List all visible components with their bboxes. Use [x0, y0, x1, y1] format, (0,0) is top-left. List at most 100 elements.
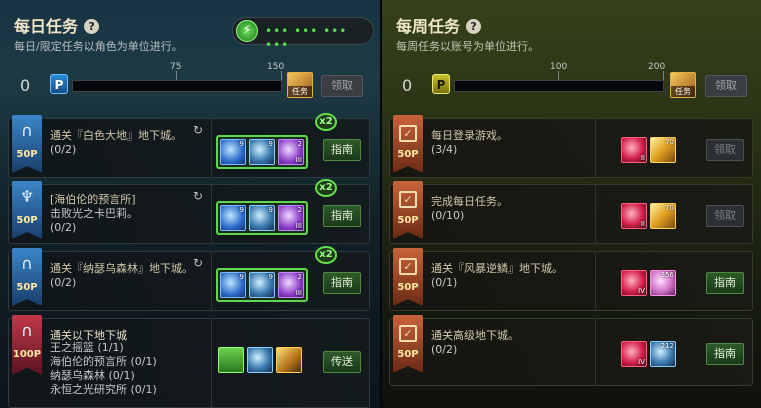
daily-row-3-progress: (0/2) [50, 276, 77, 289]
refresh-icon[interactable]: ↻ [193, 123, 203, 137]
weekly-row-3-guide-button[interactable]: 指南 [706, 272, 744, 294]
daily-help-icon[interactable]: ? [84, 19, 100, 34]
item-qty: 9 [268, 206, 273, 214]
daily-row-2-multiplier: x2 [315, 179, 337, 197]
red-crystal-item[interactable]: IV [621, 341, 647, 367]
weekly-row-3: ✓ 50P 通关『风暴逆鳞』地下城。 (0/1) IV 356 指南 [389, 248, 753, 311]
blue-box-item[interactable]: 212 [650, 341, 676, 367]
weekly-row-4-banner: ✓ 50P [393, 315, 423, 373]
weekly-progress-bar [454, 80, 664, 92]
daily-row-3-rewards: 9 9 2 III [216, 268, 308, 302]
row-separator [211, 252, 212, 310]
weekly-help-icon[interactable]: ? [466, 19, 482, 34]
weekly-row-3-banner: ✓ 50P [393, 248, 423, 306]
item-qty: 2 [297, 273, 302, 281]
battery-dots: ••• ••• ••• ••• [265, 24, 348, 52]
weekly-row-2-progress: (0/10) [431, 209, 465, 222]
item-qty: 70 [665, 138, 674, 146]
weekly-title: 每周任务 [396, 17, 461, 36]
daily-row-3-multiplier: x2 [315, 246, 337, 264]
daily-row-4-banner: ∩ 100P [12, 315, 42, 375]
weekly-row-2: ✓ 50P 完成每日任务。 (0/10) II 70 领取 [389, 181, 753, 244]
item-qty: 212 [660, 342, 674, 350]
item-qty: 2 [297, 140, 302, 148]
blue-chest-item[interactable] [247, 347, 273, 373]
weekly-quest-panel: 每周任务? 每周任务以账号为单位进行。 0 P 100 200 任务 领取 ✓ … [382, 0, 761, 408]
check-calendar-icon: ✓ [399, 325, 417, 342]
blue-orb-item[interactable]: 9 [220, 139, 246, 165]
daily-row-4-rewards [216, 345, 304, 379]
weekly-row-3-rewards: IV 356 [619, 268, 678, 302]
weekly-row-4-guide-button[interactable]: 指南 [706, 343, 744, 365]
daily-title-wrap: 每日任务? [14, 13, 100, 37]
item-qty: 356 [660, 271, 674, 279]
refresh-icon[interactable]: ↻ [193, 189, 203, 203]
daily-quest-panel: 每日任务? 每日/限定任务以角色为单位进行。 ⚡ ••• ••• ••• •••… [0, 0, 380, 408]
daily-row-1-multiplier: x2 [315, 113, 337, 131]
item-qty: 9 [268, 273, 273, 281]
red-crystal-item[interactable]: IV [621, 270, 647, 296]
weekly-point-badge: P [432, 74, 450, 94]
daily-row-4-dungeon-list: 王之摇篮 (1/1) 海伯伦的预言所 (0/1) 纳瑟乌森林 (0/1) 永恒之… [50, 341, 157, 397]
item-level: III [295, 222, 302, 230]
gold-gem-item[interactable]: 70 [650, 137, 676, 163]
blue-orb-item[interactable]: 9 [249, 205, 275, 231]
blue-orb-item[interactable]: 9 [220, 205, 246, 231]
row-separator [211, 119, 212, 177]
crystal-icon: ♆ [19, 187, 35, 206]
daily-row-4-teleport-button[interactable]: 传送 [323, 351, 361, 373]
daily-reward-chest[interactable]: 任务 [287, 72, 313, 98]
item-level: III [295, 289, 302, 297]
daily-row-3-title: 通关『纳瑟乌森林』地下城。 [50, 262, 193, 275]
blue-orb-item[interactable]: 9 [220, 272, 246, 298]
weekly-row-4-rewards: IV 212 [619, 339, 678, 373]
green-potion-item[interactable] [218, 347, 244, 373]
daily-row-3-banner: ∩ 50P [12, 248, 42, 306]
daily-progress-bar [72, 80, 282, 92]
weekly-row-1-rewards: II 70 [619, 135, 678, 169]
row-separator [211, 319, 212, 407]
weekly-row-2-title: 完成每日任务。 [431, 195, 508, 208]
blue-orb-item[interactable]: 9 [249, 139, 275, 165]
red-crystal-item[interactable]: II [621, 203, 647, 229]
item-qty: 9 [268, 140, 273, 148]
red-crystal-item[interactable]: II [621, 137, 647, 163]
daily-row-1-points: 50P [16, 149, 38, 160]
daily-reward-label: 任务 [288, 86, 312, 97]
check-calendar-icon: ✓ [399, 258, 417, 275]
weekly-row-3-points: 50P [397, 282, 419, 293]
daily-row-4: ∩ 100P 通关以下地下城 王之摇篮 (1/1) 海伯伦的预言所 (0/1) … [8, 315, 370, 408]
daily-row-1-guide-button[interactable]: 指南 [323, 139, 361, 161]
portal-icon: ∩ [21, 321, 33, 340]
daily-row-2-guide-button[interactable]: 指南 [323, 205, 361, 227]
blue-orb-item[interactable]: 9 [249, 272, 275, 298]
weekly-row-2-banner: ✓ 50P [393, 181, 423, 239]
purple-orb-item[interactable]: 2 III [278, 139, 304, 165]
daily-claim-button[interactable]: 领取 [321, 75, 363, 97]
daily-row-3-guide-button[interactable]: 指南 [323, 272, 361, 294]
gold-gem-item[interactable]: 70 [650, 203, 676, 229]
weekly-claim-button[interactable]: 领取 [705, 75, 747, 97]
purple-orb-item[interactable]: 2 III [278, 272, 304, 298]
dungeon-entry: 纳瑟乌森林 (0/1) [50, 369, 135, 382]
daily-row-3: ∩ 50P 通关『纳瑟乌森林』地下城。 (0/2) ↻ 9 9 2 III x2 … [8, 246, 370, 311]
weekly-row-1-progress: (3/4) [431, 143, 458, 156]
item-qty: 9 [239, 273, 244, 281]
weekly-row-1-claim-button[interactable]: 领取 [706, 139, 744, 161]
item-level: IV [638, 287, 645, 295]
row-separator [595, 185, 596, 243]
item-level: III [295, 156, 302, 164]
daily-row-1-title: 通关『白色大地』地下城。 [50, 129, 182, 142]
weekly-row-2-claim-button[interactable]: 领取 [706, 205, 744, 227]
item-qty: 70 [665, 204, 674, 212]
pink-gem-item[interactable]: 356 [650, 270, 676, 296]
weekly-row-1-title: 每日登录游戏。 [431, 129, 508, 142]
item-level: II [640, 154, 645, 162]
item-qty: 9 [239, 140, 244, 148]
purple-orb-item[interactable]: 2 III [278, 205, 304, 231]
dungeon-entry: 海伯伦的预言所 (0/1) [50, 355, 157, 368]
refresh-icon[interactable]: ↻ [193, 256, 203, 270]
item-qty: 2 [297, 206, 302, 214]
gold-chest-item[interactable] [276, 347, 302, 373]
weekly-reward-chest[interactable]: 任务 [670, 72, 696, 98]
